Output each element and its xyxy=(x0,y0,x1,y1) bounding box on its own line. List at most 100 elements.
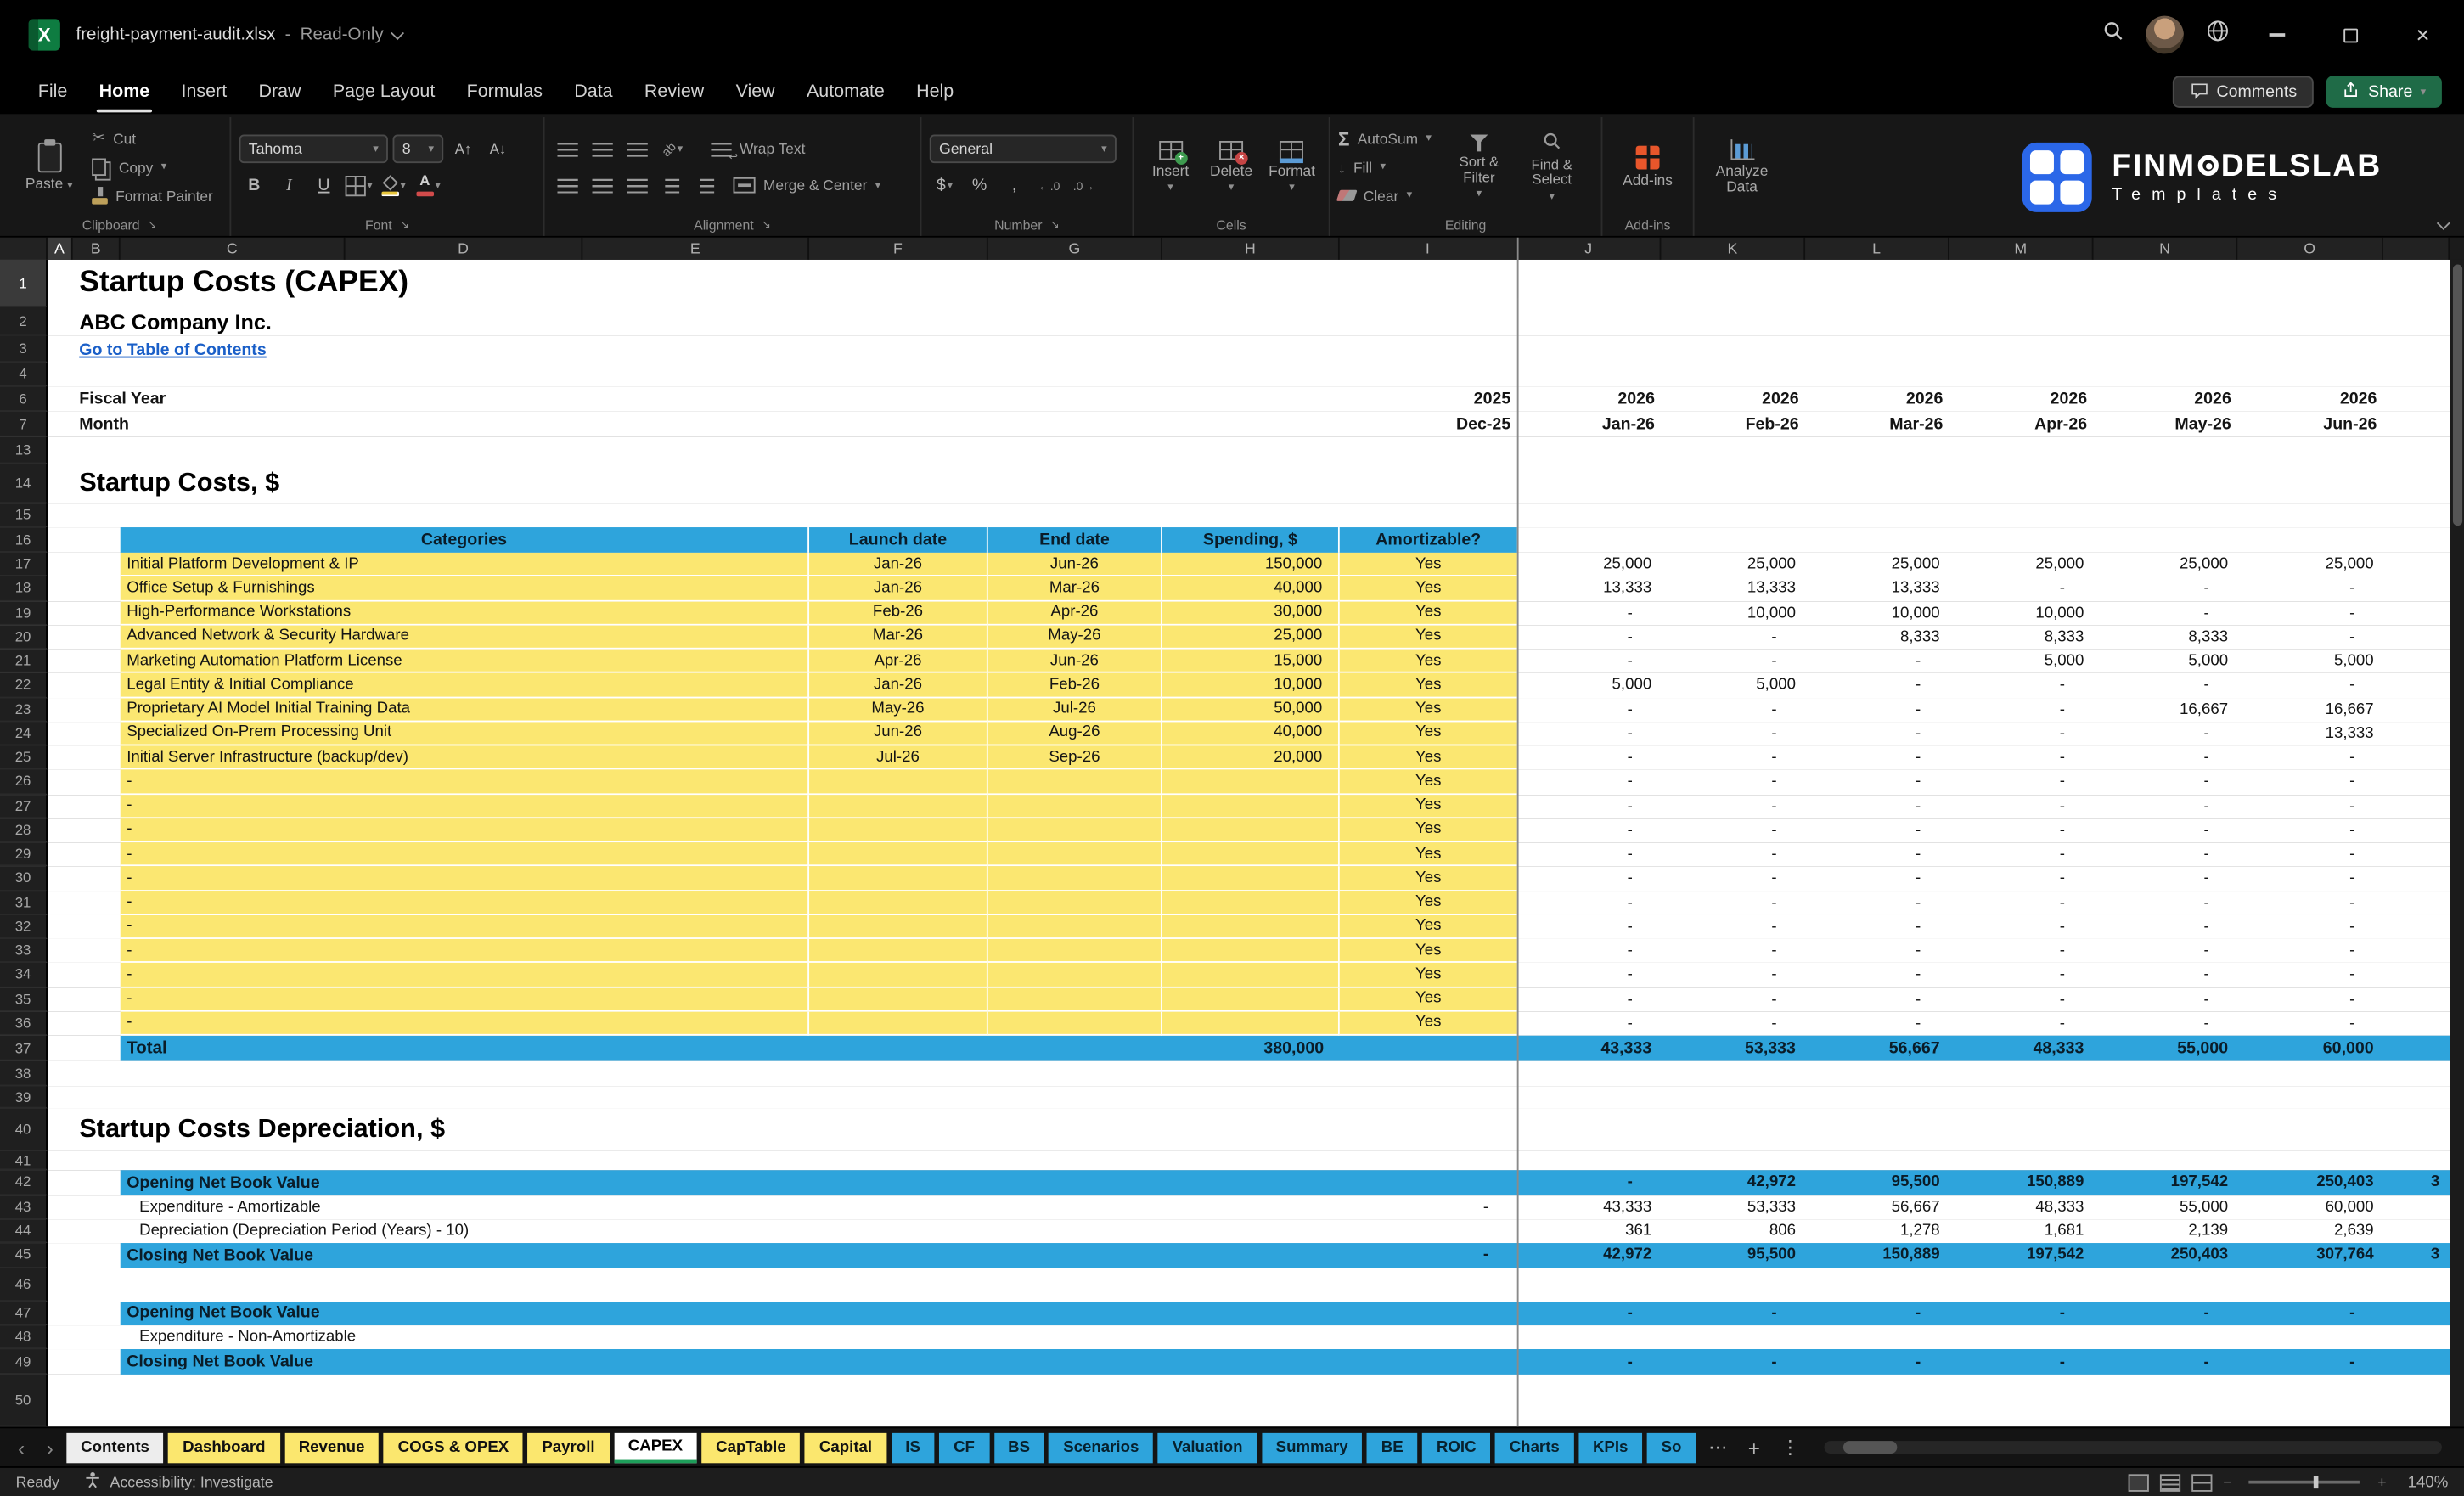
launch-date-cell-17[interactable]: Jan-26 xyxy=(809,552,988,577)
horizontal-scrollbar-thumb[interactable] xyxy=(1843,1441,1899,1454)
launch-date-cell-22[interactable]: Jan-26 xyxy=(809,673,988,698)
tab-scroll-right-icon[interactable]: › xyxy=(38,1436,62,1459)
autosum-button[interactable]: Σ AutoSum ▾ xyxy=(1338,127,1443,150)
dep-value-47-K[interactable]: - xyxy=(1661,1301,1805,1325)
maximize-button[interactable] xyxy=(2325,0,2376,70)
month-value-27-O[interactable]: - xyxy=(2237,794,2383,818)
month-value-25-O[interactable]: - xyxy=(2237,745,2383,769)
dep-value-43-O[interactable]: 60,000 xyxy=(2237,1195,2383,1218)
insert-cells-button[interactable]: + Insert ▾ xyxy=(1142,140,1200,194)
month-value-22-J[interactable]: 5,000 xyxy=(1517,673,1662,697)
amortizable-cell-35[interactable]: Yes xyxy=(1339,987,1517,1012)
number-dialog-launcher-icon[interactable]: ↘ xyxy=(1050,218,1060,231)
dep-value-43-J[interactable]: 43,333 xyxy=(1517,1195,1662,1218)
month-value-31-J[interactable]: - xyxy=(1517,891,1662,914)
month-value-25-K[interactable]: - xyxy=(1661,745,1805,769)
sheet-tab-revenue[interactable]: Revenue xyxy=(284,1431,380,1463)
row-header-26[interactable]: 26 xyxy=(0,769,48,795)
category-cell-18[interactable]: Office Setup & Furnishings xyxy=(120,576,810,601)
dep-value-47-L[interactable]: - xyxy=(1805,1301,1949,1325)
month-value-19-J[interactable]: - xyxy=(1517,601,1662,625)
dep-value-43-L[interactable]: 56,667 xyxy=(1805,1195,1949,1218)
launch-date-cell-36[interactable] xyxy=(809,1011,988,1036)
month-value-23-K[interactable]: - xyxy=(1661,698,1805,722)
row-header-15[interactable]: 15 xyxy=(0,503,48,528)
launch-date-cell-33[interactable] xyxy=(809,938,988,964)
end-date-cell-22[interactable]: Feb-26 xyxy=(987,673,1162,698)
spending-cell-18[interactable]: 40,000 xyxy=(1162,576,1340,601)
amortizable-cell-32[interactable]: Yes xyxy=(1339,914,1517,939)
delete-cells-button[interactable]: × Delete ▾ xyxy=(1202,140,1260,194)
close-button[interactable]: × xyxy=(2398,0,2449,70)
dep-value-47-N[interactable]: - xyxy=(2094,1301,2238,1325)
month-value-34-J[interactable]: - xyxy=(1517,963,1662,987)
column-header-O[interactable]: O xyxy=(2237,237,2383,260)
spending-cell-19[interactable]: 30,000 xyxy=(1162,600,1340,626)
amortizable-cell-29[interactable]: Yes xyxy=(1339,842,1517,867)
underline-button[interactable]: U xyxy=(309,171,339,200)
vertical-scrollbar-thumb[interactable] xyxy=(2452,264,2462,526)
row-header-25[interactable]: 25 xyxy=(0,745,48,770)
dep-value-45-L[interactable]: 150,889 xyxy=(1805,1243,1949,1268)
category-cell-21[interactable]: Marketing Automation Platform License xyxy=(120,649,810,674)
amortizable-cell-25[interactable]: Yes xyxy=(1339,745,1517,770)
copy-button[interactable]: Copy ▾ xyxy=(92,155,213,179)
amortizable-cell-36[interactable]: Yes xyxy=(1339,1011,1517,1036)
column-header-A[interactable]: A xyxy=(47,237,73,260)
month-value-36-J[interactable]: - xyxy=(1517,1011,1662,1035)
ribbon-collapse-icon[interactable] xyxy=(2436,217,2450,230)
month-value-20-J[interactable]: - xyxy=(1517,625,1662,649)
row-header-50[interactable]: 50 xyxy=(0,1374,48,1426)
row-header-38[interactable]: 38 xyxy=(0,1060,48,1087)
dep-value-49-N[interactable]: - xyxy=(2094,1349,2238,1374)
end-date-cell-21[interactable]: Jun-26 xyxy=(987,649,1162,674)
sheet-tab-payroll[interactable]: Payroll xyxy=(527,1431,610,1463)
dep-value-47-J[interactable]: - xyxy=(1517,1301,1662,1325)
month-value-32-L[interactable]: - xyxy=(1805,915,1949,939)
font-dialog-launcher-icon[interactable]: ↘ xyxy=(400,218,409,231)
row-header-6[interactable]: 6 xyxy=(0,386,48,412)
column-header-F[interactable]: F xyxy=(809,237,988,260)
month-value-22-L[interactable]: - xyxy=(1805,673,1949,697)
dep-value-44-M[interactable]: 1,681 xyxy=(1949,1219,2094,1243)
all-sheets-button[interactable]: ⋯ xyxy=(1701,1437,1735,1459)
end-date-cell-26[interactable] xyxy=(987,769,1162,795)
month-value-27-J[interactable]: - xyxy=(1517,794,1662,818)
row-header-41[interactable]: 41 xyxy=(0,1150,48,1171)
month-value-19-K[interactable]: 10,000 xyxy=(1661,601,1805,625)
category-cell-27[interactable]: - xyxy=(120,794,810,818)
sheet-tab-kpis[interactable]: KPIs xyxy=(1578,1431,1643,1463)
total-month-N[interactable]: 55,000 xyxy=(2094,1036,2238,1061)
launch-date-cell-27[interactable] xyxy=(809,794,988,818)
month-value-20-L[interactable]: 8,333 xyxy=(1805,625,1949,649)
row-header-19[interactable]: 19 xyxy=(0,600,48,626)
month-value-21-O[interactable]: 5,000 xyxy=(2237,650,2383,673)
row-header-31[interactable]: 31 xyxy=(0,891,48,915)
row-header-24[interactable]: 24 xyxy=(0,721,48,746)
row-header-13[interactable]: 13 xyxy=(0,436,48,464)
month-value-20-K[interactable]: - xyxy=(1661,625,1805,649)
month-value-24-M[interactable]: - xyxy=(1949,722,2094,745)
month-value-17-L[interactable]: 25,000 xyxy=(1805,553,1949,576)
month-value-35-N[interactable]: - xyxy=(2094,987,2238,1011)
dep-value-42-K[interactable]: 42,972 xyxy=(1661,1170,1805,1195)
launch-date-cell-35[interactable] xyxy=(809,987,988,1012)
align-right-button[interactable] xyxy=(622,171,652,200)
italic-button[interactable]: I xyxy=(274,171,304,200)
amortizable-cell-33[interactable]: Yes xyxy=(1339,938,1517,964)
amortizable-cell-24[interactable]: Yes xyxy=(1339,721,1517,746)
month-value-32-N[interactable]: - xyxy=(2094,915,2238,939)
select-all-corner[interactable] xyxy=(0,237,48,260)
dep-value-44-K[interactable]: 806 xyxy=(1661,1219,1805,1243)
month-value-23-O[interactable]: 16,667 xyxy=(2237,698,2383,722)
month-value-34-K[interactable]: - xyxy=(1661,963,1805,987)
font-size-select[interactable]: 8 ▾ xyxy=(392,134,444,164)
row-header-2[interactable]: 2 xyxy=(0,307,48,336)
month-value-33-N[interactable]: - xyxy=(2094,939,2238,963)
amortizable-cell-27[interactable]: Yes xyxy=(1339,794,1517,818)
end-date-cell-34[interactable] xyxy=(987,963,1162,987)
dep-value-43-M[interactable]: 48,333 xyxy=(1949,1195,2094,1218)
month-value-25-L[interactable]: - xyxy=(1805,745,1949,769)
month-value-32-O[interactable]: - xyxy=(2237,915,2383,939)
end-date-cell-25[interactable]: Sep-26 xyxy=(987,745,1162,770)
